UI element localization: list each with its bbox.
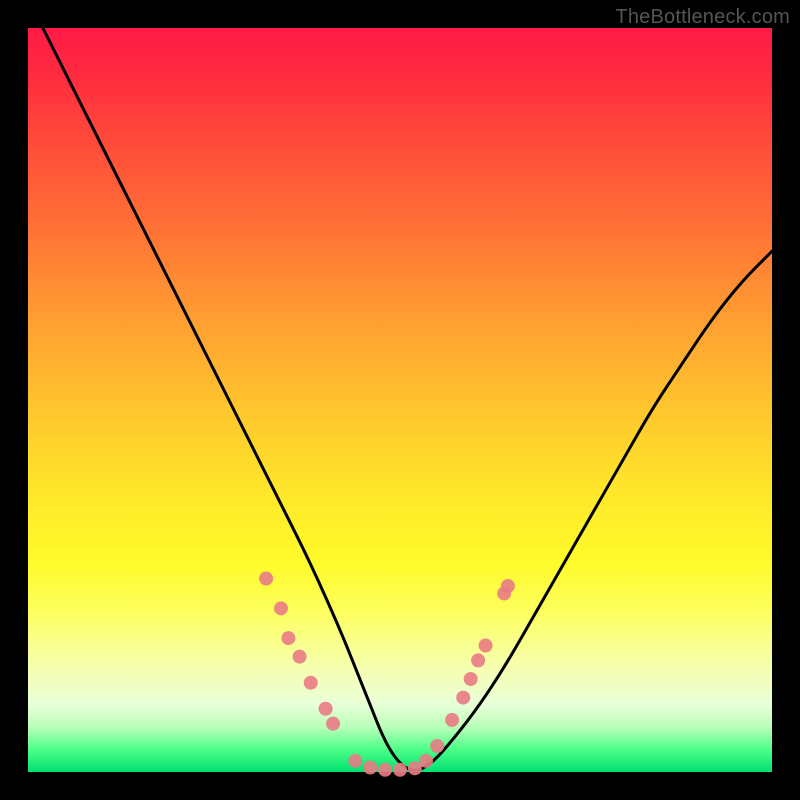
- highlight-point: [419, 754, 433, 768]
- curve-layer: [43, 28, 772, 770]
- highlight-point: [281, 631, 295, 645]
- highlight-point: [430, 739, 444, 753]
- highlight-point: [319, 702, 333, 716]
- highlight-point: [445, 713, 459, 727]
- chart-frame: TheBottleneck.com: [0, 0, 800, 800]
- highlight-point: [274, 601, 288, 615]
- highlight-point: [293, 650, 307, 664]
- highlight-point: [259, 572, 273, 586]
- watermark-text: TheBottleneck.com: [615, 6, 790, 29]
- highlight-point: [464, 672, 478, 686]
- highlight-point: [363, 761, 377, 775]
- bottleneck-curve: [43, 28, 772, 770]
- highlight-point: [479, 639, 493, 653]
- plot-area: [28, 28, 772, 772]
- highlight-point: [378, 763, 392, 777]
- highlight-point: [348, 754, 362, 768]
- highlight-point: [456, 691, 470, 705]
- highlight-point: [501, 579, 515, 593]
- highlight-point: [326, 717, 340, 731]
- chart-svg: [28, 28, 772, 772]
- highlight-point: [471, 653, 485, 667]
- highlight-point: [393, 763, 407, 777]
- highlight-point: [304, 676, 318, 690]
